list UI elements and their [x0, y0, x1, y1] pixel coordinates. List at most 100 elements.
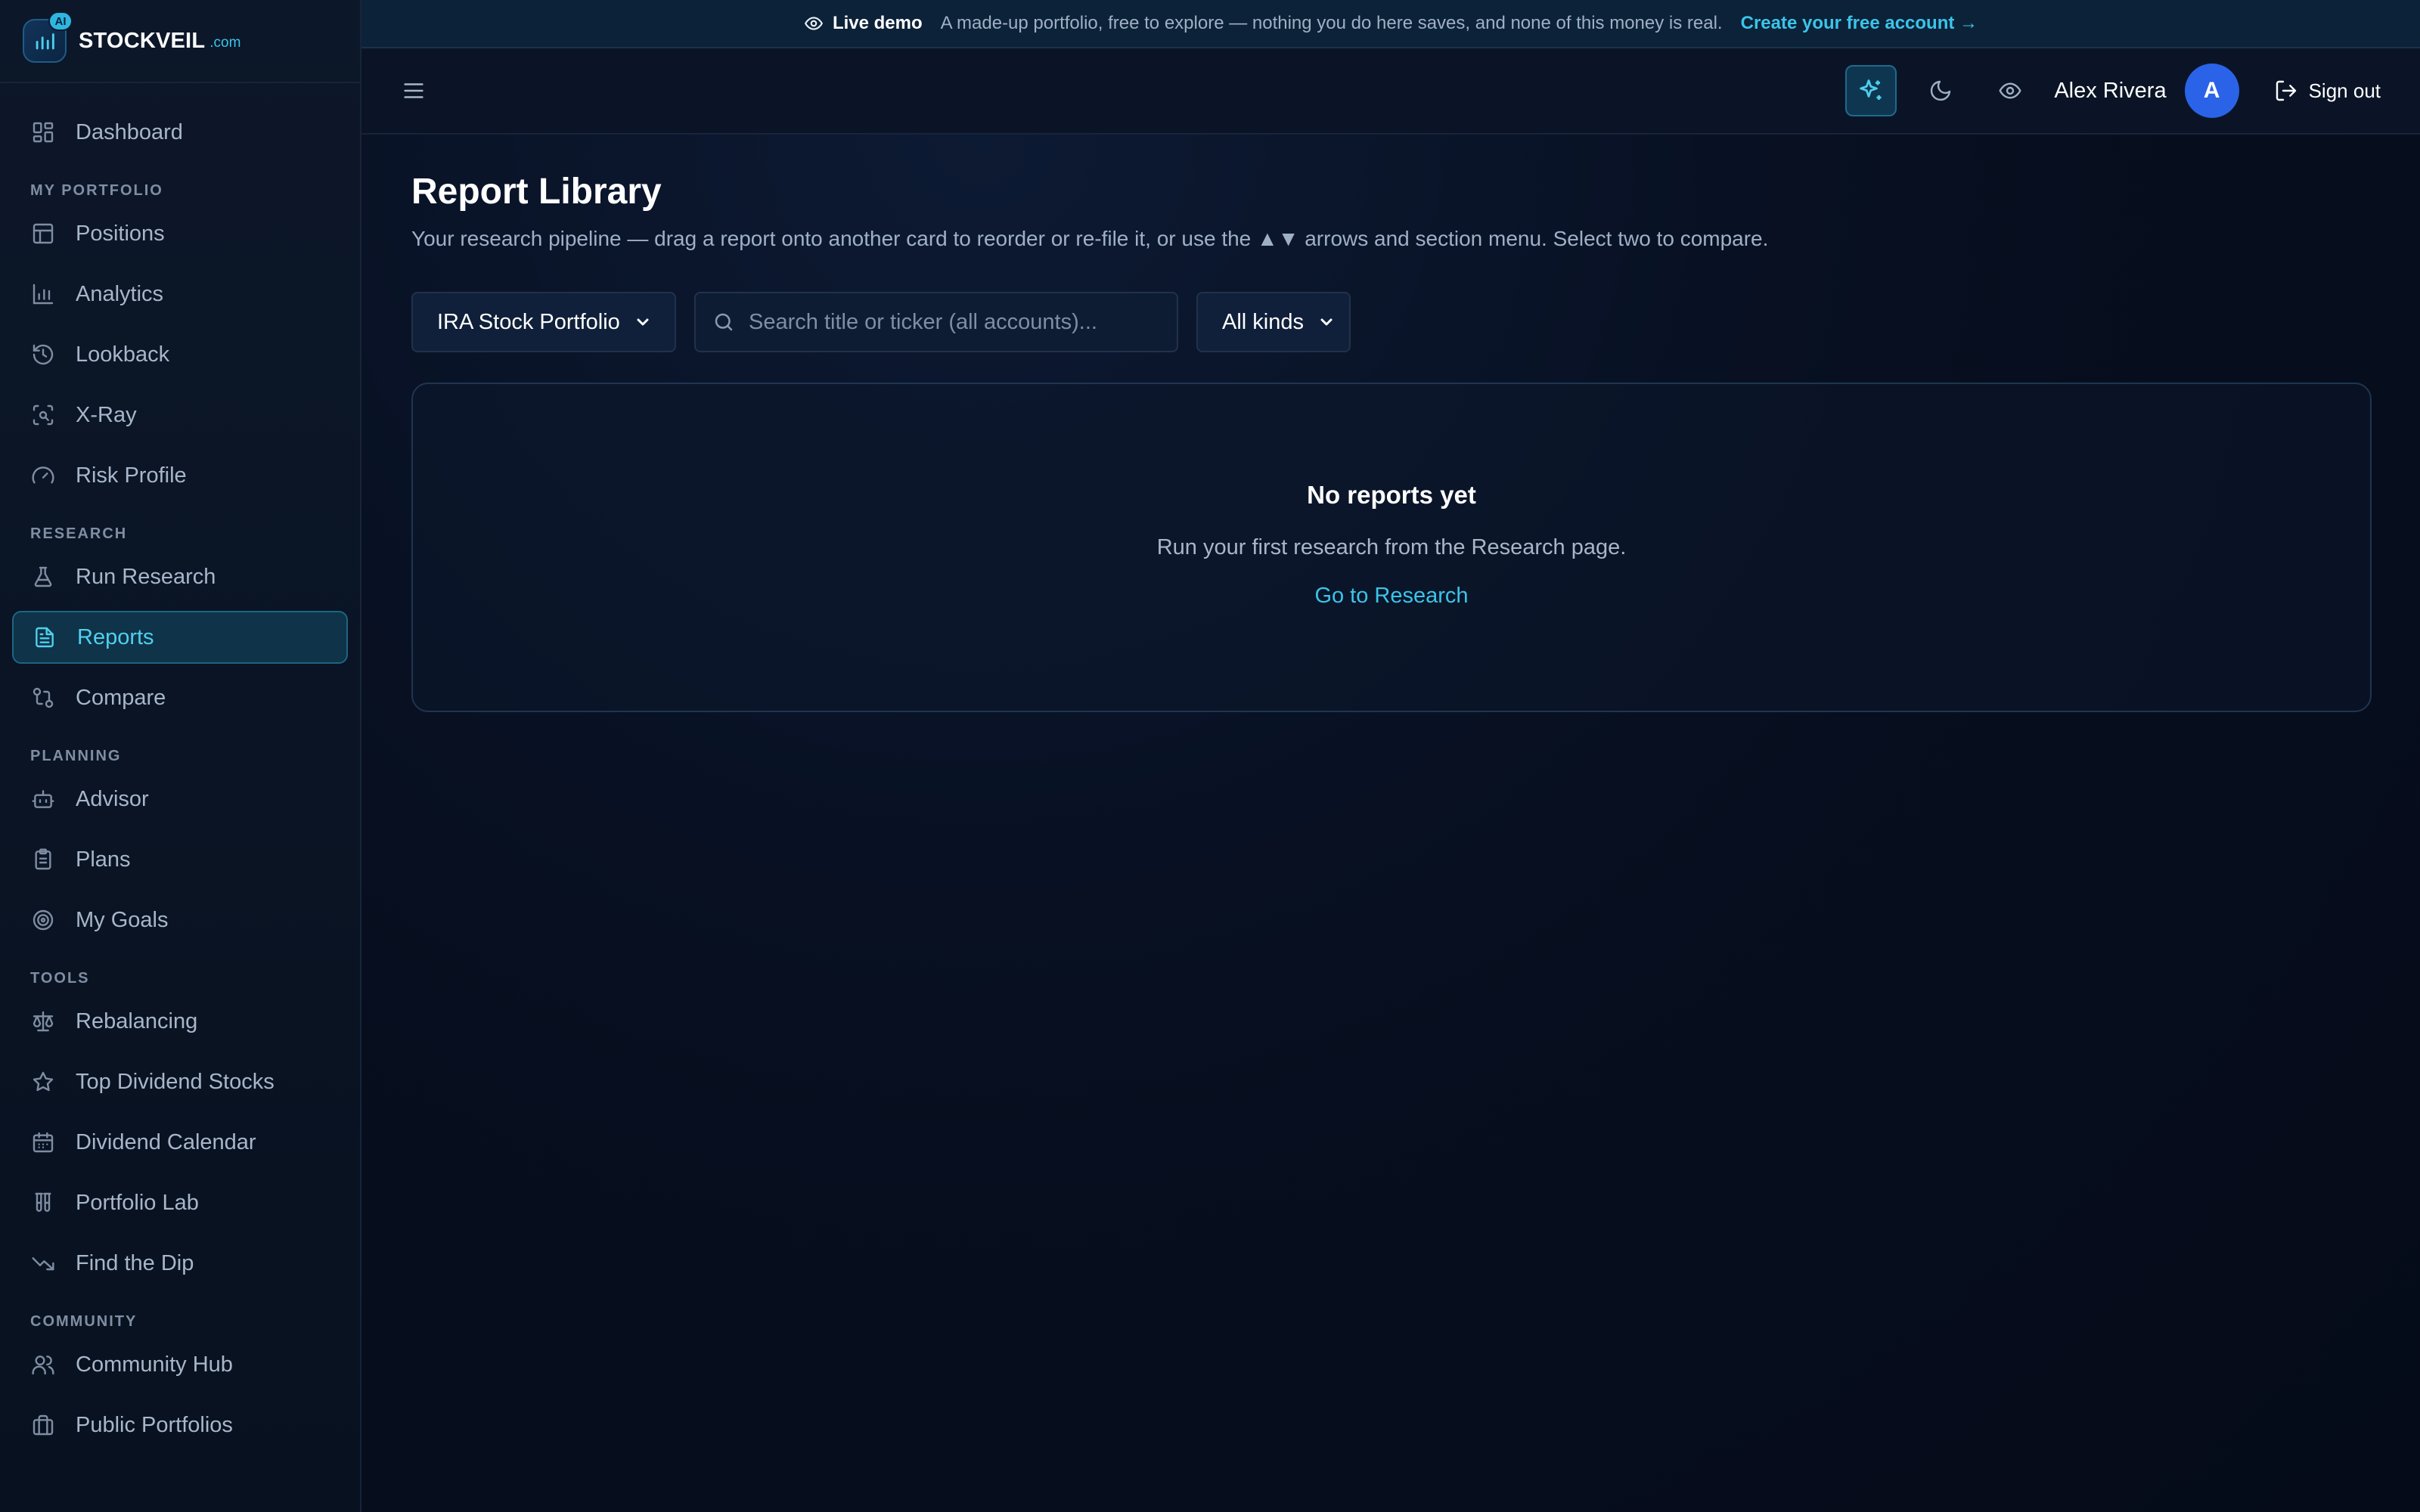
section-label-planning: PLANNING [30, 748, 122, 764]
gauge-icon [30, 463, 56, 488]
sidebar-item-label: Compare [76, 685, 166, 710]
page-title: Report Library [411, 172, 662, 212]
sidebar-item-label: Reports [77, 624, 154, 649]
section-label-tools: TOOLS [30, 970, 90, 987]
sidebar-item-advisor[interactable]: Advisor [12, 773, 348, 826]
demo-banner: Live demo A made-up portfolio, free to e… [361, 0, 2420, 48]
sidebar-item-rebalancing[interactable]: Rebalancing [12, 995, 348, 1048]
sidebar-item-label: Plans [76, 847, 131, 872]
sidebar-item-label: Advisor [76, 786, 149, 811]
eye-icon [804, 14, 824, 33]
sidebar-item-label: Run Research [76, 564, 216, 589]
banner-label: Live demo [832, 13, 923, 33]
sidebar-item-community-hub[interactable]: Community Hub [12, 1338, 348, 1391]
sidebar: AI STOCKVEIL .com Dashboard MY PORTFOLIO… [0, 0, 361, 1512]
sidebar-item-dashboard[interactable]: Dashboard [12, 106, 348, 159]
section-label-research: RESEARCH [30, 525, 128, 542]
sidebar-item-label: Dividend Calendar [76, 1129, 256, 1154]
sidebar-item-label: Lookback [76, 342, 170, 367]
clipboard-icon [30, 847, 56, 872]
sidebar-item-plans[interactable]: Plans [12, 833, 348, 886]
create-account-link[interactable]: Create your free account → [1741, 13, 1978, 34]
chevron-down-icon [634, 313, 652, 331]
filter-bar: IRA Stock Portfolio All kinds [411, 292, 1351, 352]
sidebar-item-label: Rebalancing [76, 1009, 198, 1033]
sidebar-item-label: X-Ray [76, 402, 137, 427]
sidebar-item-my-goals[interactable]: My Goals [12, 894, 348, 947]
portfolio-select-value: IRA Stock Portfolio [437, 309, 620, 334]
flask-icon [30, 564, 56, 590]
search-icon [712, 311, 735, 333]
eye-icon [1998, 79, 2022, 103]
sidebar-item-find-the-dip[interactable]: Find the Dip [12, 1237, 348, 1290]
brand-ai-badge: AI [48, 11, 73, 31]
log-out-icon [2274, 79, 2298, 103]
logo-chart-icon: AI [23, 11, 73, 63]
sidebar-item-lookback[interactable]: Lookback [12, 328, 348, 381]
trending-down-icon [30, 1250, 56, 1276]
sidebar-item-compare[interactable]: Compare [12, 671, 348, 724]
sign-out-button[interactable]: Sign out [2274, 79, 2381, 103]
sidebar-item-label: Find the Dip [76, 1250, 194, 1275]
menu-icon[interactable] [401, 78, 427, 104]
sidebar-item-label: Portfolio Lab [76, 1190, 199, 1215]
brand-tld: .com [209, 35, 241, 51]
target-icon [30, 907, 56, 933]
sidebar-item-top-dividend-stocks[interactable]: Top Dividend Stocks [12, 1055, 348, 1108]
calendar-icon [30, 1129, 56, 1155]
users-icon [30, 1352, 56, 1377]
go-to-research-label[interactable]: Go to Research [1314, 584, 1468, 608]
avatar[interactable]: A [2184, 64, 2239, 118]
star-icon [30, 1069, 56, 1095]
top-bar: Alex Rivera A Sign out [361, 48, 2420, 135]
sidebar-item-run-research[interactable]: Run Research [12, 550, 348, 603]
sidebar-item-portfolio-lab[interactable]: Portfolio Lab [12, 1176, 348, 1229]
history-icon [30, 342, 56, 367]
sign-out-label: Sign out [2308, 79, 2381, 102]
go-to-research-link: Go to Research [413, 584, 2370, 609]
section-label-community: COMMUNITY [30, 1313, 138, 1330]
sidebar-item-reports[interactable]: Reports [12, 611, 348, 664]
empty-state-title: No reports yet [1307, 481, 1476, 509]
sidebar-nav: Dashboard MY PORTFOLIO Positions Analyti… [0, 106, 360, 1452]
portfolio-select[interactable]: IRA Stock Portfolio [411, 292, 676, 352]
main-content: Report Library Your research pipeline — … [361, 135, 2420, 1512]
kind-select[interactable]: All kinds [1196, 292, 1351, 352]
briefcase-icon [30, 1412, 56, 1438]
sidebar-item-public-portfolios[interactable]: Public Portfolios [12, 1399, 348, 1452]
ai-assistant-button[interactable] [1845, 65, 1897, 116]
brand-name: STOCKVEIL [79, 28, 206, 53]
search-box [694, 292, 1178, 352]
privacy-toggle-button[interactable] [1984, 65, 2036, 116]
kind-select-value: All kinds [1222, 309, 1304, 334]
sidebar-item-label: My Goals [76, 907, 169, 932]
sidebar-item-positions[interactable]: Positions [12, 207, 348, 260]
chevron-down-icon [1317, 313, 1336, 331]
brand[interactable]: AI STOCKVEIL .com [0, 0, 360, 83]
sidebar-item-x-ray[interactable]: X-Ray [12, 389, 348, 442]
theme-toggle-button[interactable] [1915, 65, 1966, 116]
sparkles-icon [1857, 77, 1885, 104]
sidebar-item-label: Risk Profile [76, 463, 187, 488]
test-tubes-icon [30, 1190, 56, 1216]
header-actions: Alex Rivera A Sign out [1845, 64, 2381, 118]
sidebar-item-analytics[interactable]: Analytics [12, 268, 348, 321]
sidebar-item-risk-profile[interactable]: Risk Profile [12, 449, 348, 502]
empty-state-text: Run your first research from the Researc… [1156, 535, 1627, 559]
section-label-portfolio: MY PORTFOLIO [30, 182, 163, 199]
sidebar-item-dividend-calendar[interactable]: Dividend Calendar [12, 1116, 348, 1169]
scale-icon [30, 1009, 56, 1034]
sidebar-item-label: Positions [76, 221, 165, 246]
page-subtitle: Your research pipeline — drag a report o… [411, 227, 1769, 250]
moon-icon [1928, 79, 1953, 103]
bot-icon [30, 786, 56, 812]
bar-chart-icon [30, 281, 56, 307]
sidebar-item-label: Top Dividend Stocks [76, 1069, 275, 1094]
banner-text: A made-up portfolio, free to explore — n… [940, 13, 1723, 33]
user-name[interactable]: Alex Rivera [2054, 79, 2166, 104]
scan-icon [30, 402, 56, 428]
sidebar-item-label: Community Hub [76, 1352, 233, 1377]
file-text-icon [32, 624, 57, 650]
search-input[interactable] [749, 309, 1172, 335]
sidebar-item-label: Public Portfolios [76, 1412, 233, 1437]
